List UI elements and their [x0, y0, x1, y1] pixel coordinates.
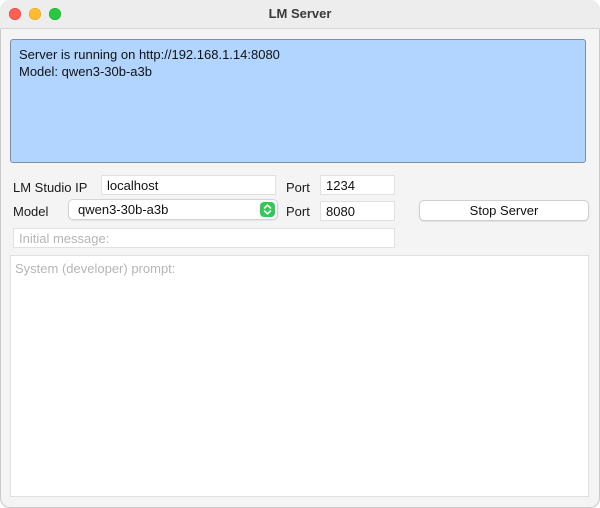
- system-prompt-placeholder: System (developer) prompt:: [15, 261, 176, 276]
- server-port-input[interactable]: 8080: [320, 201, 395, 221]
- lmstudio-ip-input[interactable]: localhost: [101, 175, 276, 195]
- stop-server-button[interactable]: Stop Server: [419, 200, 589, 221]
- server-port-label: Port: [286, 204, 310, 219]
- status-line-model: Model: qwen3-30b-a3b: [19, 64, 152, 79]
- chevron-up-down-icon: [260, 202, 275, 217]
- lmstudio-ip-label: LM Studio IP: [13, 180, 88, 195]
- initial-message-input[interactable]: Initial message:: [13, 228, 395, 248]
- lmstudio-port-input[interactable]: 1234: [320, 175, 395, 195]
- model-select-value: qwen3-30b-a3b: [78, 202, 169, 217]
- model-label: Model: [13, 204, 49, 219]
- window-title: LM Server: [268, 6, 332, 21]
- system-prompt-textarea[interactable]: System (developer) prompt:: [10, 255, 589, 497]
- initial-message-placeholder: Initial message:: [19, 231, 110, 246]
- title-bar[interactable]: LM Server: [0, 0, 600, 29]
- app-window: LM Server Server is running on http://19…: [0, 0, 600, 508]
- lmstudio-port-label: Port: [286, 180, 310, 195]
- status-line-url: Server is running on http://192.168.1.14…: [19, 47, 280, 62]
- model-select[interactable]: qwen3-30b-a3b: [68, 199, 278, 220]
- server-status-box: Server is running on http://192.168.1.14…: [10, 39, 586, 163]
